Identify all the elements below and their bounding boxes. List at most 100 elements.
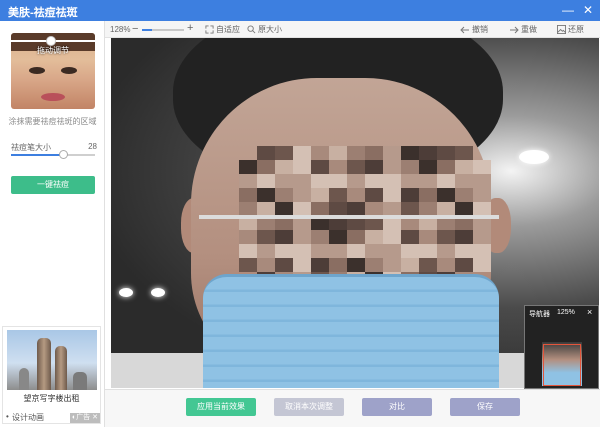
bullet-icon: • [6,412,9,421]
redo-button[interactable]: 重做 [509,24,537,36]
mosaic-block [383,230,401,244]
mosaic-block [293,146,311,160]
compare-button[interactable]: 对比 [362,398,432,416]
zoom-slider-fill [142,29,153,31]
mosaic-block [329,258,347,272]
mosaic-block [473,258,491,272]
mosaic-block [473,188,491,202]
ad-tower [55,346,67,390]
mosaic-block [419,174,437,188]
redo-label: 重做 [521,25,537,34]
one-click-acne-button[interactable]: 一键祛痘 [11,176,95,194]
undo-button[interactable]: 撤销 [460,24,488,36]
ad-link[interactable]: 设计动画 [12,412,44,423]
mosaic-block [437,174,455,188]
mosaic-block [347,188,365,202]
undo-arrow-icon [460,26,469,34]
mosaic-block [275,146,293,160]
mosaic-block [473,146,491,160]
zoom-out-button[interactable]: − [132,23,138,35]
mosaic-block [383,258,401,272]
thumbnail-right-eye [61,67,77,74]
navigator-title: 导航器 [529,311,550,318]
mosaic-block [365,202,383,216]
mosaic-block [239,202,257,216]
mosaic-block [383,202,401,216]
mosaic-block [383,174,401,188]
actual-size-button[interactable]: 原大小 [247,24,282,36]
mosaic-block [293,230,311,244]
fit-label: 自适应 [216,25,240,34]
mosaic-block [239,188,257,202]
mosaic-block [293,188,311,202]
mosaic-block [293,174,311,188]
navigator-close-icon[interactable]: × [587,307,592,317]
ad-footer: • 设计动画 ◐广告 ✕ [3,412,100,423]
fit-button[interactable]: 自适应 [205,24,240,36]
mosaic-block [329,188,347,202]
mosaic-block [275,188,293,202]
mosaic-block [365,160,383,174]
mosaic-block [401,146,419,160]
mosaic-block [293,202,311,216]
mosaic-block [437,202,455,216]
mosaic-block [401,230,419,244]
navigator-panel[interactable]: 导航器 125% × [524,305,599,389]
mosaic-block [347,202,365,216]
ad-panel[interactable]: 望京写字楼出租 • 设计动画 ◐广告 ✕ [2,326,101,424]
image-icon [557,25,566,34]
mosaic-block [275,258,293,272]
zoom-in-button[interactable]: + [187,22,193,34]
mosaic-block [401,244,419,258]
mosaic-block [455,244,473,258]
redo-arrow-icon [510,26,519,34]
mosaic-block [257,202,275,216]
brush-size-slider[interactable] [11,150,95,159]
mosaic-block [293,160,311,174]
cancel-adjust-button[interactable]: 取消本次调整 [274,398,344,416]
bottom-bar [105,389,600,427]
mosaic-block [275,202,293,216]
mosaic-block [311,230,329,244]
photo-face-mask [203,274,499,388]
ad-building [19,368,29,390]
mosaic-block [257,146,275,160]
navigator-viewport[interactable] [543,344,581,386]
ad-image[interactable] [7,330,97,390]
mosaic-block [347,174,365,188]
mosaic-block [401,202,419,216]
mosaic-block [473,244,491,258]
minimize-icon[interactable]: — [561,3,575,17]
mosaic-block [311,202,329,216]
apply-effect-button[interactable]: 应用当前效果 [186,398,256,416]
ceiling-light [119,288,133,297]
mosaic-block [239,244,257,258]
mosaic-block [473,160,491,174]
mosaic-block [239,174,257,188]
mosaic-block [437,258,455,272]
restore-button[interactable]: 还原 [557,24,584,36]
photo-glasses [199,215,499,219]
ad-caption[interactable]: 望京写字楼出租 [3,393,100,404]
mosaic-block [437,146,455,160]
close-icon[interactable]: ✕ [581,3,595,17]
mosaic-block [437,188,455,202]
mosaic-block [347,258,365,272]
before-after-thumbnail[interactable]: 拖动调节 [11,33,95,109]
ad-tower [37,338,51,390]
mosaic-block [401,258,419,272]
title-bar: 美肤-祛痘祛斑 — ✕ [0,0,600,21]
mosaic-block [329,230,347,244]
zoom-slider[interactable] [142,29,184,31]
mosaic-block [347,160,365,174]
save-button[interactable]: 保存 [450,398,520,416]
ad-badge[interactable]: ◐广告 ✕ [69,413,100,423]
mosaic-block [347,244,365,258]
mosaic-block [455,258,473,272]
mosaic-block [275,174,293,188]
brush-size-handle[interactable] [59,150,69,159]
magnifier-icon [247,25,256,34]
mosaic-block [401,160,419,174]
thumbnail-label: 拖动调节 [37,46,69,55]
mosaic-block [419,146,437,160]
